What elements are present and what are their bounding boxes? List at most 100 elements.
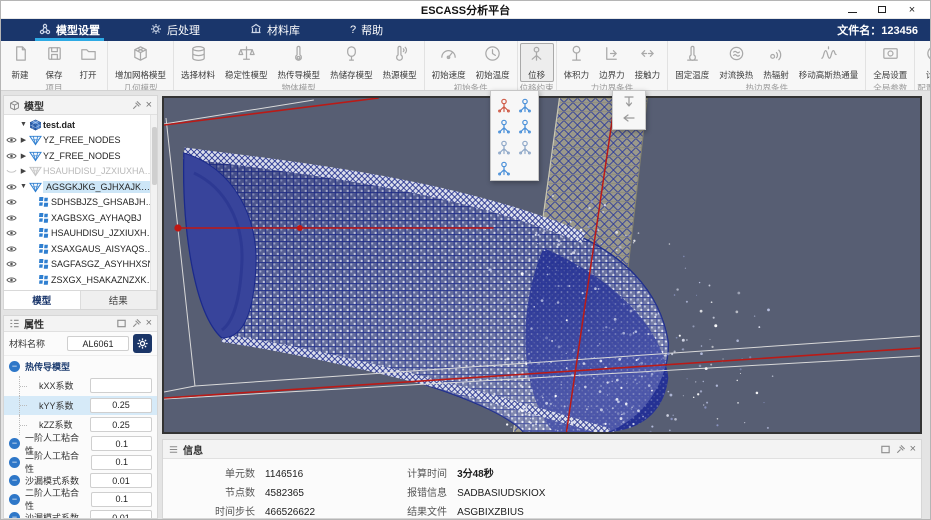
tree-twisty[interactable]: ▶ [19, 136, 28, 144]
maximize-panel-icon[interactable] [880, 444, 891, 455]
tree-item[interactable]: XAGBSXG_AYHAQBJ [4, 210, 157, 226]
property-value-input[interactable]: 0.25 [90, 417, 152, 433]
collapse-icon[interactable]: − [9, 456, 20, 468]
visibility-eye-off-icon[interactable] [4, 167, 19, 175]
viewport-3d[interactable] [162, 96, 922, 434]
tree-twisty[interactable]: ▼ [19, 121, 28, 128]
collapse-icon[interactable]: − [9, 512, 20, 518]
constraint-option-icon[interactable] [515, 94, 535, 115]
pin-icon[interactable] [895, 444, 906, 455]
pin-icon[interactable] [131, 100, 142, 111]
material-settings-button[interactable] [133, 334, 152, 353]
tree-root-item[interactable]: ▼ test.dat [4, 117, 157, 133]
load-down-icon[interactable] [619, 94, 639, 110]
visibility-eye-icon[interactable] [4, 183, 19, 191]
ribbon-toolbar: 新建 保存 打开 项目 增加网格模型 几何模型 选择材料 稳定性模型 热传导模型 热储存模型 热源模… [1, 41, 930, 91]
visibility-eye-icon[interactable] [4, 260, 19, 268]
ribbon-button-对流换热[interactable]: 对流换热 [714, 43, 758, 82]
ribbon-button-选择材料[interactable]: 选择材料 [176, 43, 220, 82]
tree-item-label: SDHSBJZS_GHSABJHB_ZAHU [51, 197, 157, 208]
close-button[interactable]: × [904, 3, 920, 17]
tree-twisty[interactable]: ▶ [19, 167, 28, 175]
menu-tab-4[interactable]: ? 帮助 [340, 19, 393, 41]
ribbon-button-label: 初始温度 [475, 70, 510, 80]
ribbon-button-热辐射[interactable]: 热辐射 [758, 43, 794, 82]
constraint-option-icon[interactable] [494, 157, 514, 178]
menu-tab-1[interactable]: 模型设置 [29, 19, 110, 41]
property-value-input[interactable]: 0.25 [90, 397, 152, 413]
close-panel-icon[interactable]: × [146, 318, 152, 329]
ribbon-button-热储存模型[interactable]: 热储存模型 [325, 43, 378, 82]
ribbon-group-name: 物体模型 [281, 83, 316, 91]
tree-item[interactable]: ▶ YZ_FREE_NODES [4, 148, 157, 164]
visibility-eye-icon[interactable] [4, 152, 19, 160]
collapse-icon[interactable]: − [9, 475, 20, 487]
fixed-temp-icon [683, 44, 702, 68]
maximize-panel-icon[interactable] [116, 318, 127, 329]
minimize-button[interactable] [844, 3, 860, 17]
tree-item-label: XSAXGAUS_AISYAQSH_ASHX [51, 243, 157, 254]
constraint-option-icon[interactable] [494, 115, 514, 136]
visibility-eye-icon[interactable] [4, 229, 19, 237]
ribbon-button-增加网格模型[interactable]: 增加网格模型 [110, 43, 171, 82]
visibility-eye-icon[interactable] [4, 245, 19, 253]
panel-tab-结果[interactable]: 结果 [81, 291, 157, 309]
collapse-icon[interactable]: − [9, 438, 20, 450]
property-value-input[interactable] [90, 378, 152, 394]
property-value-input[interactable]: 0.01 [90, 510, 152, 518]
visibility-eye-icon[interactable] [4, 198, 19, 206]
ribbon-button-初始温度[interactable]: 初始温度 [471, 43, 515, 82]
tree-item[interactable]: XSAXGAUS_AISYAQSH_ASHX [4, 241, 157, 257]
tree-item[interactable]: SDHSBJZS_GHSABJHB_ZAHU [4, 288, 157, 291]
collapse-icon[interactable]: − [9, 360, 20, 372]
ribbon-button-新建[interactable]: 新建 [3, 43, 37, 82]
tree-item[interactable]: ▶ HSAUHDISU_JZXIUXHAHX [4, 164, 157, 180]
property-value-input[interactable]: 0.1 [91, 491, 152, 507]
property-value-input[interactable]: 0.01 [90, 473, 152, 489]
material-name-input[interactable]: AL6061 [67, 336, 129, 351]
ribbon-button-全局设置[interactable]: 全局设置 [868, 43, 912, 82]
ribbon-button-移动高斯热通量[interactable]: 移动高斯热通量 [794, 43, 864, 82]
ribbon-button-热传导模型[interactable]: 热传导模型 [273, 43, 326, 82]
visibility-eye-icon[interactable] [4, 214, 19, 222]
property-value-input[interactable]: 0.1 [91, 436, 152, 452]
tree-item[interactable]: ▼ AGSGKJKG_GJHXAJKHXA [4, 179, 157, 195]
tree-scrollbar[interactable] [150, 115, 157, 290]
tree-item[interactable]: SAGFASGZ_ASYHHXSN [4, 257, 157, 273]
close-panel-icon[interactable]: × [910, 443, 916, 455]
ribbon-button-接触力[interactable]: 接触力 [630, 43, 666, 82]
constraint-option-icon[interactable] [515, 136, 535, 157]
contact-force-dropdown [612, 90, 646, 130]
close-panel-icon[interactable]: × [146, 99, 152, 111]
constraint-option-icon[interactable] [515, 115, 535, 136]
constraint-option-icon[interactable] [494, 136, 514, 157]
ribbon-button-热源模型[interactable]: 热源模型 [378, 43, 422, 82]
ribbon-button-位移[interactable]: 位移 [519, 43, 554, 82]
tree-item[interactable]: SDHSBJZS_GHSABJHB_ZAHU [4, 195, 157, 211]
constraint-fixed-all-icon[interactable] [494, 94, 514, 115]
tree-item[interactable]: ZSXGX_HSAKAZNZXK_AHASX [4, 272, 157, 288]
ribbon-button-初始速度[interactable]: 初始速度 [427, 43, 471, 82]
ribbon-button-边界力[interactable]: 边界力 [594, 43, 630, 82]
tree-item[interactable]: ▶ YZ_FREE_NODES [4, 133, 157, 149]
ribbon-button-稳定性模型[interactable]: 稳定性模型 [220, 43, 273, 82]
panel-tab-模型[interactable]: 模型 [4, 291, 81, 309]
tree-twisty[interactable]: ▼ [19, 183, 28, 190]
ribbon-button-固定温度[interactable]: 固定温度 [670, 43, 714, 82]
tree-twisty[interactable]: ▶ [19, 152, 28, 160]
arrow-left-icon[interactable] [619, 110, 639, 126]
collapse-icon[interactable]: − [9, 493, 20, 505]
visibility-eye-icon[interactable] [4, 136, 19, 144]
ribbon-button-保存[interactable]: 保存 [37, 43, 71, 82]
tree-item[interactable]: HSAUHDISU_JZXIUXHAHX [4, 226, 157, 242]
ribbon-button-体积力[interactable]: 体积力 [559, 43, 595, 82]
menu-tab-2[interactable]: 后处理 [140, 19, 210, 41]
visibility-eye-icon[interactable] [4, 276, 19, 284]
ribbon-button-计算[interactable]: 计算 [917, 43, 930, 82]
maximize-button[interactable] [874, 3, 890, 17]
property-value-input[interactable]: 0.1 [91, 454, 152, 470]
pin-icon[interactable] [131, 318, 142, 329]
menu-tab-3[interactable]: 材料库 [240, 19, 310, 41]
material-name-label: 材料名称 [9, 339, 46, 349]
ribbon-button-打开[interactable]: 打开 [71, 43, 105, 82]
